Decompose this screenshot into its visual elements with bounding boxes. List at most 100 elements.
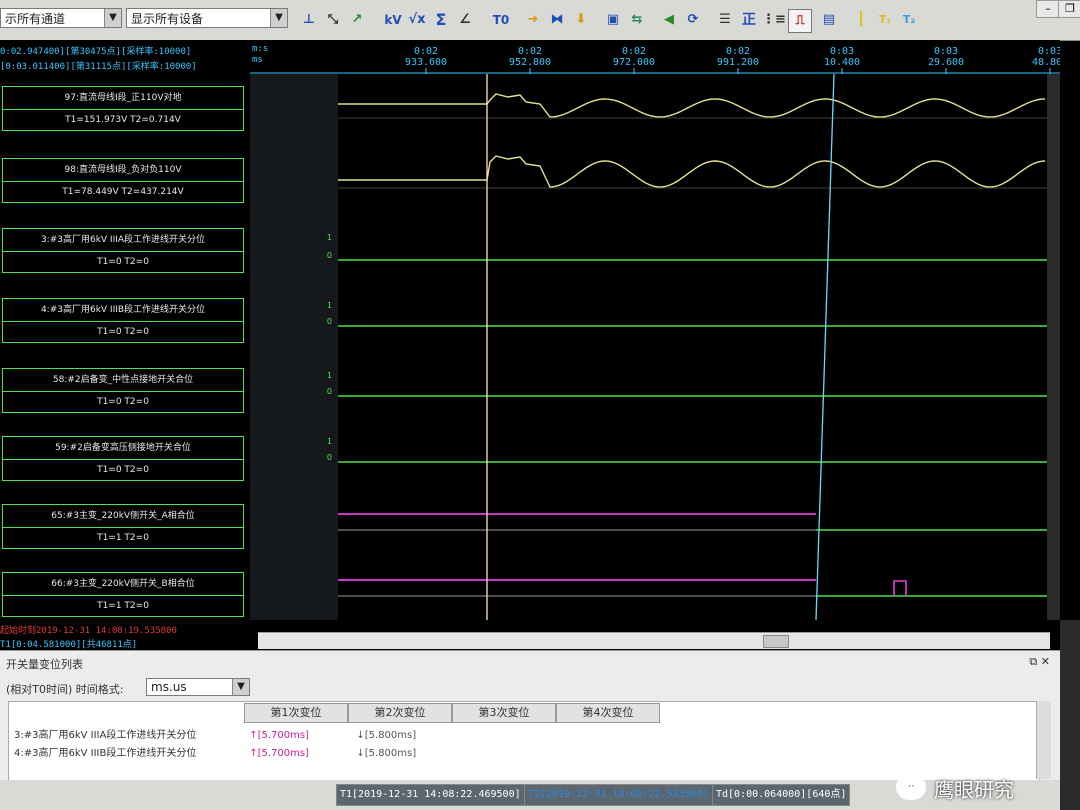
tick-label-top: 0:02 — [414, 46, 438, 57]
arrow-right-icon[interactable]: ➜ — [522, 9, 544, 31]
column-header[interactable]: 第2次变位 — [348, 703, 452, 723]
image-icon[interactable]: ▣ — [602, 9, 624, 31]
tick-label-top: 0:02 — [622, 46, 646, 57]
wechat-icon: ᐧᐧ — [896, 774, 926, 800]
status-t1: T1[2019-12-31 14:08:22.469500] — [336, 784, 525, 806]
column-header[interactable]: 第3次变位 — [452, 703, 556, 723]
chevron-down-icon[interactable]: ▼ — [104, 9, 121, 27]
bar-icon[interactable]: ┃ — [850, 9, 872, 31]
minimize-icon[interactable]: – — [1036, 0, 1060, 18]
t2-icon[interactable]: T₂ — [898, 9, 920, 31]
sqrt-icon[interactable]: √x — [406, 9, 428, 31]
tick-label-top: 0:03 — [830, 46, 854, 57]
cursor-readout-line1: 0:02.947400][第30475点][采样率:10000] — [0, 47, 192, 57]
trend-icon[interactable]: ↗ — [346, 9, 368, 31]
status-t2: T2[2019-12-31 14:08:22.533500] — [524, 784, 713, 806]
status-bar: T1[2019-12-31 14:08:22.469500] T2[2019-1… — [0, 774, 1060, 810]
channel-values: T1=1 T2=0 — [97, 601, 149, 611]
panel-title: 开关量变位列表 — [6, 658, 83, 671]
time-format-select[interactable]: ms.us ▼ — [146, 678, 250, 696]
channel-values: T1=1 T2=0 — [97, 533, 149, 543]
table-row[interactable]: 4:#3高厂用6kV IIIB段工作进线开关分位 ↑[5.700ms] ↓[5.… — [14, 745, 1034, 763]
device-filter-value: 显示所有设备 — [131, 12, 204, 26]
vertical-scrollbar[interactable] — [1047, 74, 1060, 620]
row-name: 3:#3高厂用6kV IIIA段工作进线开关分位 — [14, 730, 197, 741]
start-time-info: 起始时刻2019-12-31 14:08:19.535800 T1[0:04.5… — [0, 620, 258, 650]
tick-label-top: 0:03 — [1038, 46, 1060, 57]
refresh-icon[interactable]: ⟳ — [682, 9, 704, 31]
level-label: 1 — [327, 371, 332, 380]
cursor-icon[interactable]: ⊥ — [298, 9, 320, 31]
t0-button[interactable]: T0 — [488, 9, 514, 31]
channel-box[interactable]: 98:直流母线I段_负对负110V T1=78.449V T2=437.214V — [2, 158, 244, 203]
level-label: 0 — [327, 251, 332, 260]
tick-label-bottom: 991.200 — [717, 57, 759, 68]
channel-values: T1=0 T2=0 — [97, 397, 149, 407]
channel-values: T1=78.449V T2=437.214V — [62, 187, 184, 197]
tick-label-top: 0:02 — [726, 46, 750, 57]
hourglass-icon[interactable]: ⧓ — [546, 9, 568, 31]
channel-values: T1=151.973V T2=0.714V — [65, 115, 181, 125]
channel-values: T1=0 T2=0 — [97, 465, 149, 475]
channel-box[interactable]: 66:#3主变_220kV侧开关_B相合位 T1=1 T2=0 — [2, 572, 244, 617]
channel-box[interactable]: 59:#2启备变高压侧接地开关合位 T1=0 T2=0 — [2, 436, 244, 481]
time-unit-bottom: ms — [252, 55, 263, 65]
tick-label-top: 0:03 — [934, 46, 958, 57]
time-unit-top: m:s — [252, 44, 268, 54]
zoom-icon[interactable]: ⤡ — [322, 9, 344, 31]
channel-filter-select[interactable]: 示所有通道 ▼ — [0, 8, 122, 28]
channel-name: 59:#2启备变高压侧接地开关合位 — [3, 437, 243, 460]
waveform-plot[interactable]: m:s ms 0:02933.6000:02952.8000:02972.000… — [250, 40, 1060, 620]
positive-button[interactable]: 正 — [738, 9, 760, 31]
level-label: 1 — [327, 233, 332, 242]
channel-name: 97:直流母线I段_正110V对地 — [3, 87, 243, 110]
scroll-thumb[interactable] — [763, 635, 789, 648]
level-label: 1 — [327, 301, 332, 310]
right-edge — [1060, 620, 1080, 810]
channel-values: T1=0 T2=0 — [97, 257, 149, 267]
chevron-down-icon[interactable]: ▼ — [232, 679, 249, 695]
channel-name: 3:#3高厂用6kV IIIA段工作进线开关分位 — [3, 229, 243, 252]
t1-icon[interactable]: T₁ — [874, 9, 896, 31]
row-name: 4:#3高厂用6kV IIIB段工作进线开关分位 — [14, 748, 197, 759]
pulse-icon[interactable]: ⎍ — [788, 9, 812, 33]
horizontal-scrollbar[interactable] — [258, 632, 1050, 649]
channel-box[interactable]: 97:直流母线I段_正110V对地 T1=151.973V T2=0.714V — [2, 86, 244, 131]
watermark: ᐧᐧ 鹰眼研究 — [896, 768, 1056, 808]
left-icon[interactable]: ◀ — [658, 9, 680, 31]
t1-total-text: T1[0:04.581000][共46811点] — [0, 640, 138, 650]
column-header[interactable]: 第4次变位 — [556, 703, 660, 723]
channel-name: 58:#2启备变_中性点接地开关合位 — [3, 369, 243, 392]
panel-close-icon[interactable]: ⧉ ✕ — [1029, 655, 1050, 669]
table-row[interactable]: 3:#3高厂用6kV IIIA段工作进线开关分位 ↑[5.700ms] ↓[5.… — [14, 727, 1034, 745]
column-header[interactable]: 第1次变位 — [244, 703, 348, 723]
tick-label-bottom: 29.600 — [928, 57, 964, 68]
level-label: 0 — [327, 317, 332, 326]
channel-box[interactable]: 3:#3高厂用6kV IIIA段工作进线开关分位 T1=0 T2=0 — [2, 228, 244, 273]
restore-icon[interactable]: ❐ — [1058, 0, 1080, 18]
channel-list: 97:直流母线I段_正110V对地 T1=151.973V T2=0.714V … — [0, 70, 258, 620]
channel-box[interactable]: 4:#3高厂用6kV IIIB段工作进线开关分位 T1=0 T2=0 — [2, 298, 244, 343]
list-icon[interactable]: ☰ — [714, 9, 736, 31]
kv-button[interactable]: kV — [382, 9, 404, 31]
swap-icon[interactable]: ⇆ — [626, 9, 648, 31]
start-time-text: 起始时刻2019-12-31 14:08:19.535800 — [0, 626, 177, 636]
tick-label-bottom: 48.800 — [1032, 57, 1060, 68]
level-label: 1 — [327, 437, 332, 446]
device-filter-select[interactable]: 显示所有设备 ▼ — [126, 8, 288, 28]
chevron-down-icon[interactable]: ▼ — [270, 9, 287, 27]
channel-filter-value: 示所有通道 — [5, 12, 66, 26]
plot-background — [250, 40, 1060, 620]
book-icon[interactable]: ▤ — [818, 9, 840, 31]
tick-label-bottom: 933.600 — [405, 57, 447, 68]
switch-change-panel: 开关量变位列表 ⧉ ✕ (相对T0时间) 时间格式: ms.us ▼ 第1次变位… — [0, 650, 1060, 781]
channel-box[interactable]: 65:#3主变_220kV侧开关_A相合位 T1=1 T2=0 — [2, 504, 244, 549]
status-td: Td[0:00.064000][640点] — [712, 784, 851, 806]
angle-icon[interactable]: ∠ — [454, 9, 476, 31]
arrow-down-icon[interactable]: ⬇ — [570, 9, 592, 31]
plot-gutter — [250, 74, 338, 620]
row-change-1: ↑[5.700ms] — [249, 730, 309, 741]
sigma-button[interactable]: Σ — [430, 9, 452, 31]
align-icon[interactable]: ⋮≡ — [762, 9, 786, 31]
channel-box[interactable]: 58:#2启备变_中性点接地开关合位 T1=0 T2=0 — [2, 368, 244, 413]
